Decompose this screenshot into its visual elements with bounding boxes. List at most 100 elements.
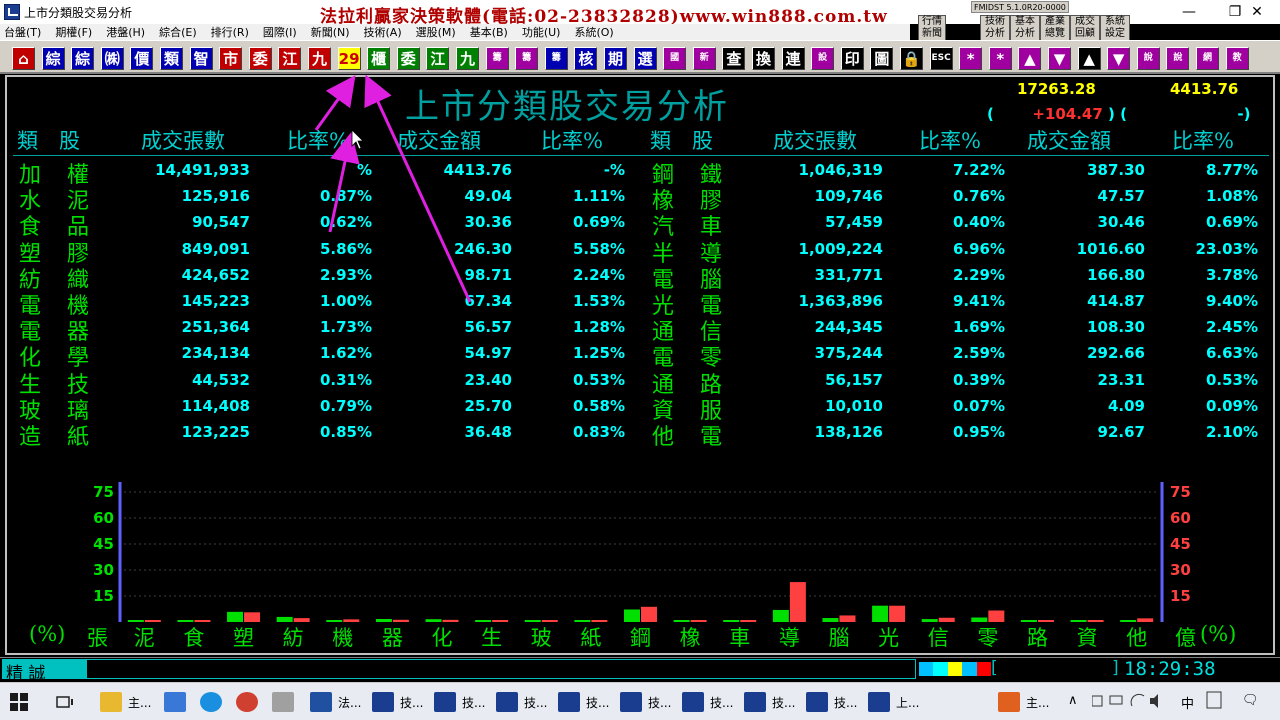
- menu-item-0[interactable]: 台盤(T): [4, 24, 41, 40]
- toolbar-button-18[interactable]: 籌: [544, 47, 568, 70]
- chart-icon[interactable]: 圖: [870, 47, 894, 70]
- left-rows-2-amt-pct: 0.69%: [572, 213, 625, 232]
- menu-item-4[interactable]: 排行(R): [211, 24, 249, 40]
- menu-item-9[interactable]: 基本(B): [470, 24, 508, 40]
- start-button[interactable]: [10, 687, 40, 717]
- system-button-1[interactable]: 基本 分析: [1010, 15, 1040, 41]
- toolbar-button-17[interactable]: 籌: [515, 47, 539, 70]
- menu-item-8[interactable]: 選股(M): [416, 24, 456, 40]
- toolbar-button-22[interactable]: 國: [663, 47, 687, 70]
- system-button-4[interactable]: 系統 設定: [1100, 15, 1130, 41]
- indicator-segment: [962, 662, 977, 676]
- taskbar-item-10[interactable]: 技...: [620, 687, 671, 717]
- top-icon[interactable]: ▲: [1077, 47, 1101, 70]
- taskbar-item-13[interactable]: 技...: [806, 687, 857, 717]
- toolbar-button-15[interactable]: 九: [456, 47, 479, 70]
- toolbar-button-19[interactable]: 核: [574, 47, 598, 70]
- toolbar-button-5[interactable]: 類: [160, 47, 183, 70]
- toolbar-button-33[interactable]: *: [988, 47, 1012, 70]
- taskbar-item-2[interactable]: [200, 687, 228, 717]
- taskbar-item-15[interactable]: 主...: [998, 687, 1049, 717]
- toolbar-button-31[interactable]: ESC: [929, 47, 953, 70]
- taskbar-item-0[interactable]: 主...: [100, 687, 151, 717]
- chart-category-label: 紡: [282, 626, 304, 650]
- toolbar-button-20[interactable]: 期: [604, 47, 627, 70]
- chart-category-label: 鋼: [630, 626, 651, 650]
- bar-amount: [789, 582, 806, 622]
- toolbar-button-16[interactable]: 籌: [485, 47, 509, 70]
- right-rows-6-amount: 108.30: [1087, 318, 1145, 337]
- toolbar-button-21[interactable]: 選: [633, 47, 657, 70]
- taskbar-item-12[interactable]: 技...: [744, 687, 795, 717]
- taskbar-item-3[interactable]: [236, 687, 264, 717]
- menu-item-6[interactable]: 新聞(N): [311, 24, 350, 40]
- lock-icon[interactable]: 🔒: [900, 47, 923, 70]
- toolbar-button-28[interactable]: 印: [840, 47, 864, 70]
- system-button-3[interactable]: 成交 回顧: [1070, 15, 1100, 41]
- right-rows-4-volume: 331,771: [814, 265, 883, 284]
- toolbar-button-23[interactable]: 新: [692, 47, 716, 70]
- toolbar-button-25[interactable]: 換: [752, 47, 775, 70]
- toolbar-button-13[interactable]: 委: [396, 47, 420, 70]
- menu-item-1[interactable]: 期權(F): [55, 24, 92, 40]
- toolbar-button-39[interactable]: 說: [1166, 47, 1190, 70]
- menu-item-11[interactable]: 系統(O): [574, 24, 613, 40]
- right-rows-4-vol-pct: 2.29%: [952, 265, 1005, 284]
- down-icon[interactable]: ▼: [1048, 47, 1071, 70]
- right-rows-5-amt-pct: 9.40%: [1205, 292, 1258, 310]
- taskbar-item-7[interactable]: 技...: [434, 687, 485, 717]
- toolbar-button-32[interactable]: *: [959, 47, 983, 70]
- right-rows-10-amt-pct: 2.10%: [1205, 423, 1258, 441]
- toolbar-button-27[interactable]: 設: [811, 47, 835, 70]
- indicator-segment: [933, 662, 948, 676]
- close-button[interactable]: ✕: [1234, 0, 1280, 24]
- bottom-icon[interactable]: ▼: [1107, 47, 1131, 70]
- toolbar-button-8[interactable]: 委: [248, 47, 272, 70]
- taskbar-item-9[interactable]: 技...: [558, 687, 609, 717]
- toolbar-button-6[interactable]: 智: [189, 47, 213, 70]
- toolbar-button-12[interactable]: 櫃: [367, 47, 391, 70]
- menu-item-7[interactable]: 技術(A): [364, 24, 402, 40]
- toolbar-button-24[interactable]: 查: [722, 47, 746, 70]
- ime-indicator[interactable]: 中: [1181, 693, 1194, 712]
- toolbar-button-9[interactable]: 江: [278, 47, 302, 70]
- taskbar-item-1[interactable]: [164, 687, 192, 717]
- menu-item-3[interactable]: 綜合(E): [159, 24, 197, 40]
- tray-expand-icon[interactable]: ∧: [1068, 693, 1078, 708]
- system-button-2[interactable]: 產業 總覽: [1040, 15, 1070, 41]
- toolbar-button-4[interactable]: 價: [130, 47, 154, 70]
- toolbar-button-38[interactable]: 說: [1136, 47, 1160, 70]
- up-icon[interactable]: ▲: [1018, 47, 1042, 70]
- toolbar-button-10[interactable]: 九: [308, 47, 331, 70]
- taskbar-item-6[interactable]: 技...: [372, 687, 423, 717]
- toolbar-button-1[interactable]: 綜: [41, 47, 65, 70]
- minimize-button[interactable]: —: [1166, 0, 1212, 24]
- quote-news-button[interactable]: 行情 新聞: [918, 15, 946, 41]
- toolbar-button-3[interactable]: ㈱: [100, 47, 124, 70]
- taskbar-item-14[interactable]: 上...: [868, 687, 919, 717]
- task-view-button[interactable]: [56, 687, 82, 717]
- ime-mode-icon[interactable]: [1206, 691, 1222, 713]
- left-rows-10-vol-pct: 0.85%: [319, 423, 372, 441]
- system-button-0[interactable]: 技術 分析: [980, 15, 1010, 41]
- user-name: 精 誠: [2, 659, 86, 684]
- taskbar-item-8[interactable]: 技...: [496, 687, 547, 717]
- taskbar-item-label: 技...: [834, 695, 858, 710]
- toolbar-button-41[interactable]: 教: [1225, 47, 1249, 70]
- toolbar-button-2[interactable]: 綜: [71, 47, 95, 70]
- left-rows-5-vol-pct: 1.00%: [319, 292, 372, 310]
- taskbar-item-5[interactable]: 法...: [310, 687, 361, 717]
- home-icon[interactable]: ⌂: [12, 47, 35, 70]
- toolbar-button-40[interactable]: 網: [1196, 47, 1219, 70]
- y-tick-left: 45: [93, 535, 114, 553]
- taskbar-item-11[interactable]: 技...: [682, 687, 733, 717]
- menu-item-5[interactable]: 國際(I): [263, 24, 297, 40]
- toolbar-button-11[interactable]: 29: [337, 47, 361, 70]
- toolbar-button-14[interactable]: 江: [426, 47, 450, 70]
- notification-icon[interactable]: 🗨: [1242, 693, 1259, 708]
- toolbar-button-7[interactable]: 市: [219, 47, 243, 70]
- taskbar-item-4[interactable]: [272, 687, 300, 717]
- menu-item-10[interactable]: 功能(U): [522, 24, 561, 40]
- toolbar-button-26[interactable]: 連: [781, 47, 805, 70]
- menu-item-2[interactable]: 港盤(H): [106, 24, 145, 40]
